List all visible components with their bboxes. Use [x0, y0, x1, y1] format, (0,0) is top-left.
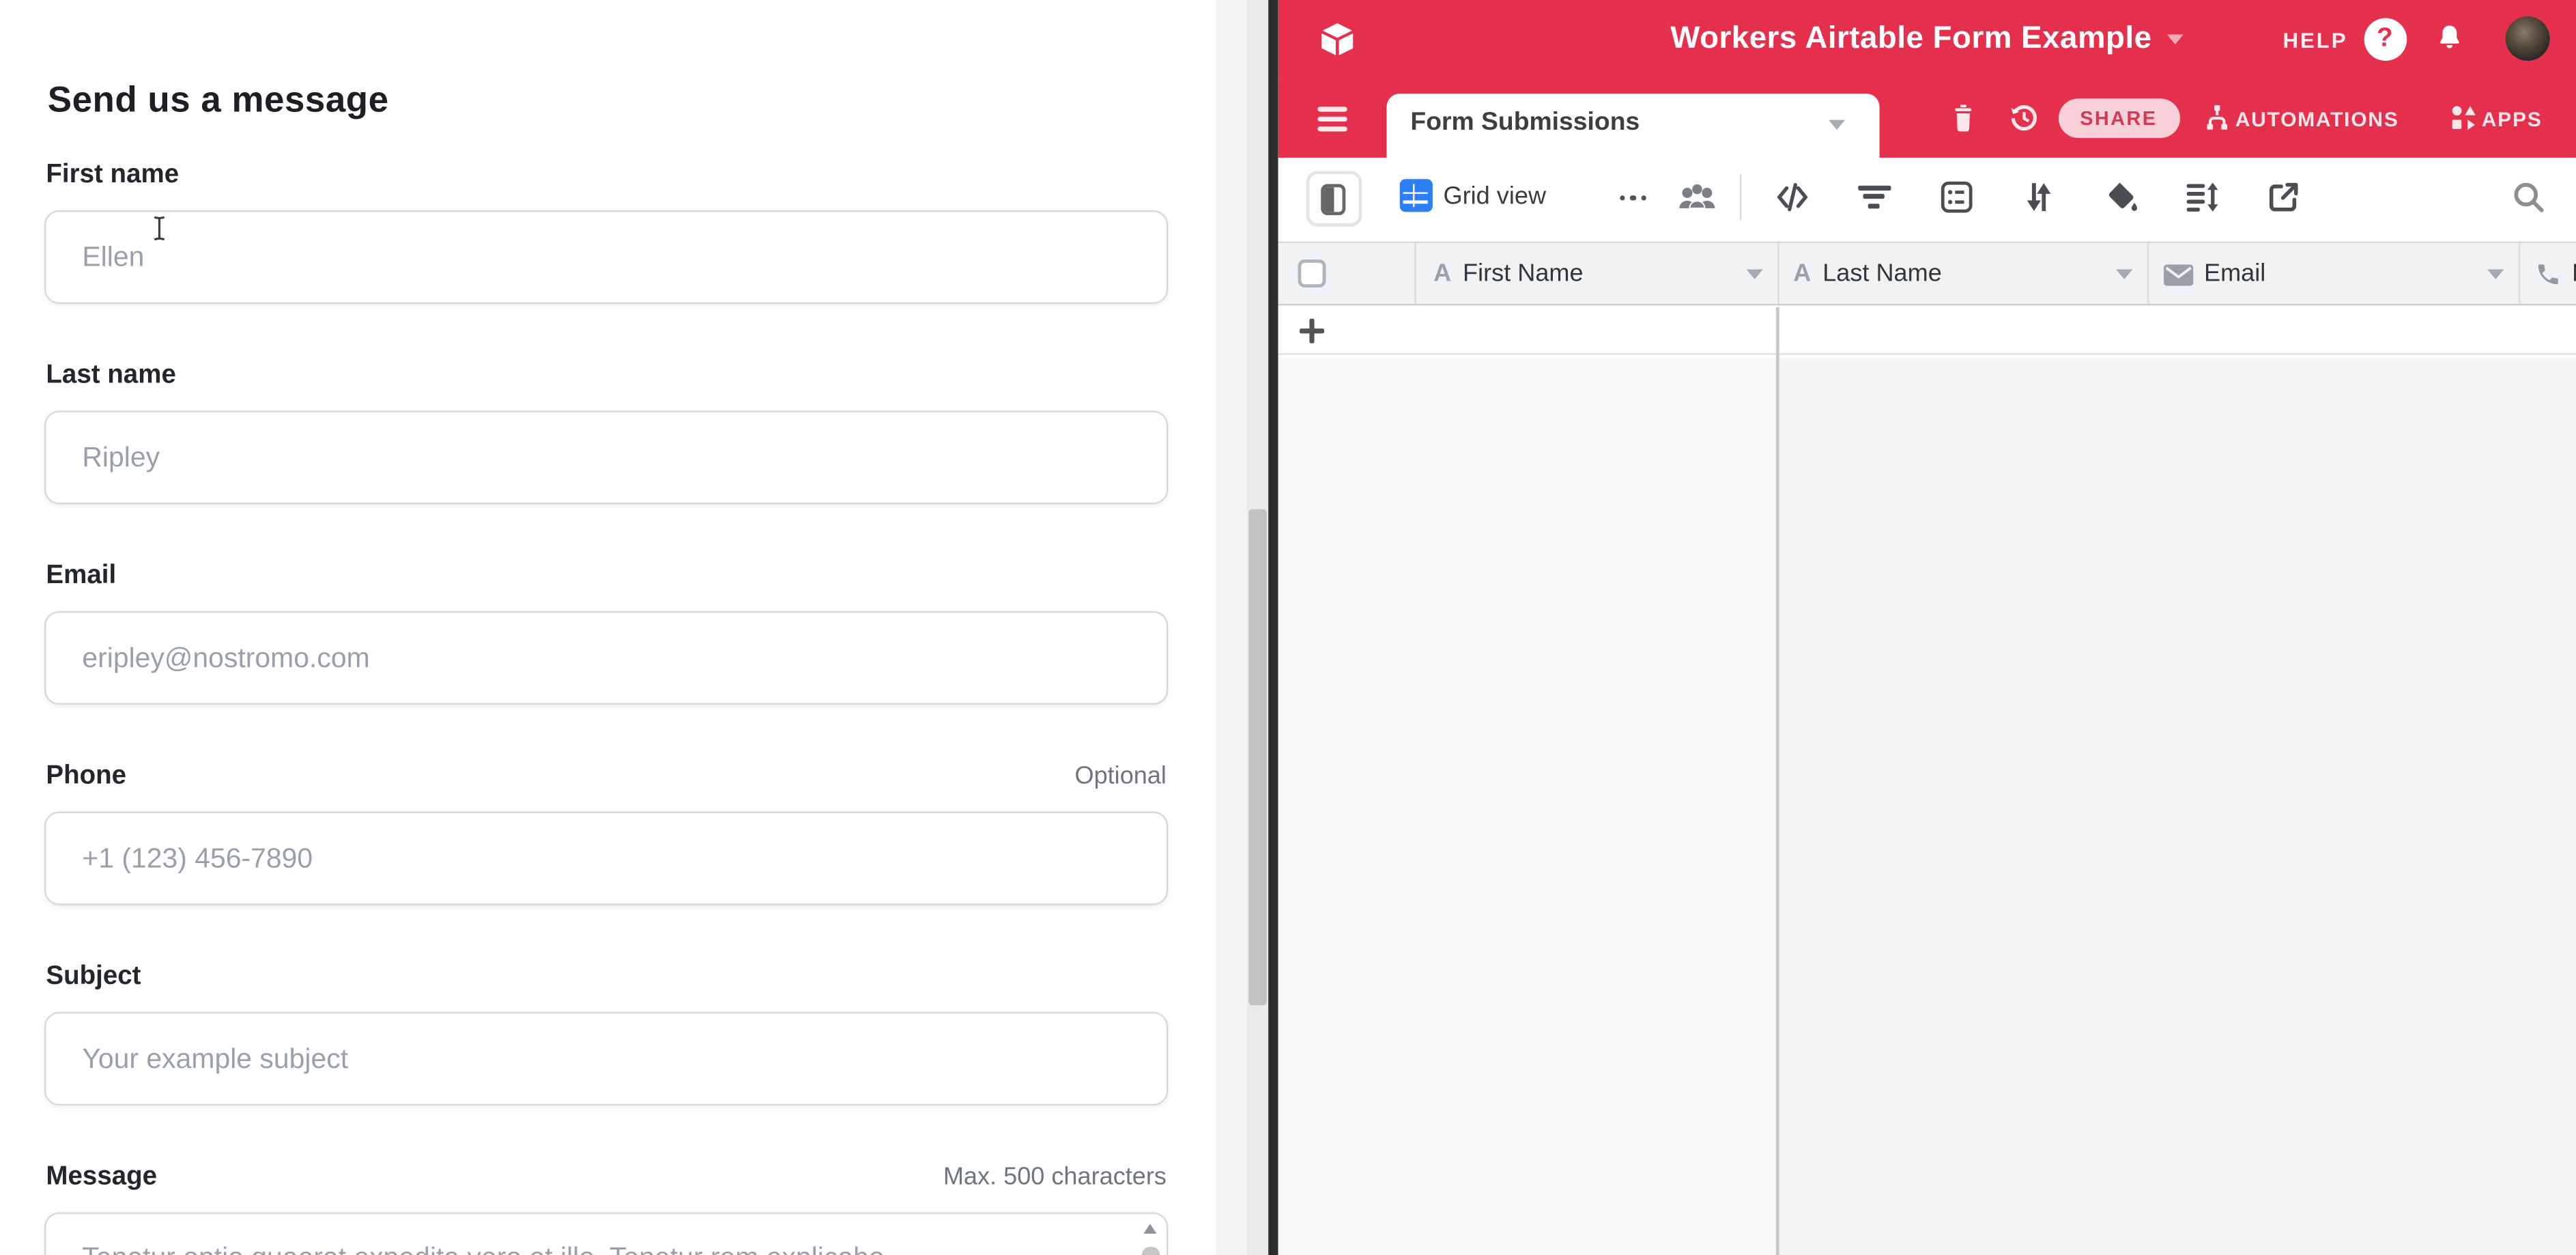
- message-label: Message: [46, 1163, 157, 1192]
- trash-icon[interactable]: [1949, 104, 1976, 133]
- search-icon[interactable]: [2510, 179, 2546, 215]
- grid-view-icon: [1399, 179, 1432, 212]
- textarea-scrollbar-thumb[interactable]: [1141, 1247, 1159, 1255]
- column-menu-caret-icon[interactable]: [2115, 270, 2132, 279]
- field-group-first-name: First name: [44, 161, 1168, 191]
- column-menu-caret-icon[interactable]: [1745, 270, 1762, 279]
- textarea-scrollbar[interactable]: [1140, 1219, 1160, 1255]
- help-button[interactable]: HELP: [2283, 28, 2348, 53]
- phone-label: Phone: [46, 762, 126, 791]
- field-group-phone: Phone Optional: [44, 762, 1168, 791]
- column-name: First Name: [1463, 259, 1584, 287]
- screen: Send us a message First name Last name E…: [0, 0, 2576, 1255]
- window-divider: [1268, 0, 1277, 1255]
- table-tab-caret-icon[interactable]: [1828, 119, 1844, 128]
- view-name[interactable]: Grid view: [1444, 182, 1546, 210]
- field-group-subject: Subject: [44, 963, 1168, 992]
- airtable-pane: Workers Airtable Form Example HELP ? For…: [1277, 0, 2576, 1255]
- last-name-label: Last name: [46, 361, 175, 391]
- share-button[interactable]: SHARE: [2058, 98, 2179, 138]
- column-header-phone[interactable]: Phone: [2518, 243, 2576, 303]
- select-all-cell: [1277, 243, 1414, 303]
- column-menu-caret-icon[interactable]: [2487, 270, 2503, 279]
- apps-icon[interactable]: [2449, 104, 2477, 132]
- view-sidebar-toggle-button[interactable]: [1305, 171, 1361, 227]
- frozen-column-divider[interactable]: [1776, 307, 1779, 1255]
- add-row-plus-icon[interactable]: [1299, 319, 1323, 343]
- field-group-message: Message Max. 500 characters: [44, 1163, 1168, 1192]
- table-tab-form-submissions[interactable]: Form Submissions: [1386, 93, 1878, 158]
- bell-icon[interactable]: [2433, 21, 2465, 56]
- airtable-tabbar: Form Submissions SHARE: [1277, 79, 2576, 157]
- automations-button[interactable]: AUTOMATIONS: [2235, 108, 2399, 131]
- view-toolbar: Grid view: [1277, 158, 2576, 242]
- phone-optional-hint: Optional: [1074, 762, 1166, 790]
- email-label: Email: [46, 562, 116, 591]
- hamburger-icon[interactable]: [1317, 107, 1346, 137]
- history-icon[interactable]: [2007, 102, 2040, 135]
- add-row[interactable]: [1277, 307, 2576, 355]
- apps-button[interactable]: APPS: [2482, 108, 2543, 131]
- phone-input[interactable]: [46, 813, 1167, 903]
- column-name: Last Name: [1822, 259, 1942, 287]
- page-scrollbar-thumb[interactable]: [1248, 509, 1266, 1006]
- question-mark-icon[interactable]: ?: [2363, 18, 2406, 61]
- table-tab-label: Form Submissions: [1410, 108, 1640, 137]
- grid-body-frozen-area: [1277, 357, 1776, 1255]
- automations-icon[interactable]: [2203, 104, 2231, 132]
- collaborators-icon[interactable]: [1676, 182, 1716, 212]
- subject-input[interactable]: [46, 1013, 1167, 1103]
- row-height-icon[interactable]: [2183, 179, 2219, 215]
- subject-input-box: [44, 1012, 1168, 1105]
- grid-header-row: A First Name A Last Name Email Ph: [1277, 242, 2576, 305]
- first-name-input[interactable]: [46, 212, 1167, 302]
- first-name-input-box: [44, 210, 1168, 304]
- column-name: Phone: [2572, 259, 2576, 287]
- select-all-checkbox[interactable]: [1297, 259, 1325, 287]
- base-title-caret-icon: [2166, 35, 2183, 44]
- field-group-last-name: Last name: [44, 361, 1168, 391]
- sidebar-toggle-icon: [1321, 183, 1345, 214]
- last-name-input[interactable]: [46, 412, 1167, 503]
- message-textarea-box: [44, 1212, 1168, 1255]
- first-name-label: First name: [46, 161, 179, 191]
- color-icon[interactable]: [2102, 179, 2138, 215]
- phone-field-icon: [2534, 262, 2561, 287]
- field-group-email: Email: [44, 562, 1168, 591]
- email-input-box: [44, 611, 1168, 705]
- embed-code-icon[interactable]: [1773, 179, 1809, 215]
- page-gutter: [1216, 0, 1268, 1255]
- airtable-topbar: Workers Airtable Form Example HELP ?: [1277, 0, 2576, 79]
- email-input[interactable]: [46, 612, 1167, 703]
- column-header-last-name[interactable]: A Last Name: [1777, 243, 2147, 303]
- ellipsis-icon[interactable]: [1619, 195, 1646, 201]
- contact-form-pane: Send us a message First name Last name E…: [0, 0, 1216, 1255]
- last-name-input-box: [44, 410, 1168, 504]
- text-field-icon: A: [1433, 259, 1451, 287]
- column-name: Email: [2204, 259, 2265, 287]
- grid-body-area: [1779, 357, 2576, 1255]
- scroll-up-arrow-icon[interactable]: [1143, 1224, 1156, 1233]
- group-icon[interactable]: [1938, 179, 1974, 215]
- base-title[interactable]: Workers Airtable Form Example: [1670, 21, 2151, 57]
- message-textarea[interactable]: [46, 1214, 1167, 1255]
- form-heading: Send us a message: [48, 79, 389, 122]
- toolbar-divider: [1739, 174, 1741, 220]
- column-header-email[interactable]: Email: [2147, 243, 2518, 303]
- sort-icon[interactable]: [2020, 179, 2056, 215]
- filter-icon[interactable]: [1856, 185, 1892, 212]
- message-maxchars-hint: Max. 500 characters: [943, 1163, 1167, 1191]
- share-view-icon[interactable]: [2265, 179, 2301, 215]
- text-cursor-icon: [151, 215, 167, 241]
- text-field-icon: A: [1793, 259, 1811, 287]
- email-field-icon: [2163, 264, 2192, 285]
- subject-label: Subject: [46, 963, 141, 992]
- column-header-first-name[interactable]: A First Name: [1414, 243, 1777, 303]
- phone-input-box: [44, 811, 1168, 905]
- avatar[interactable]: [2504, 16, 2549, 61]
